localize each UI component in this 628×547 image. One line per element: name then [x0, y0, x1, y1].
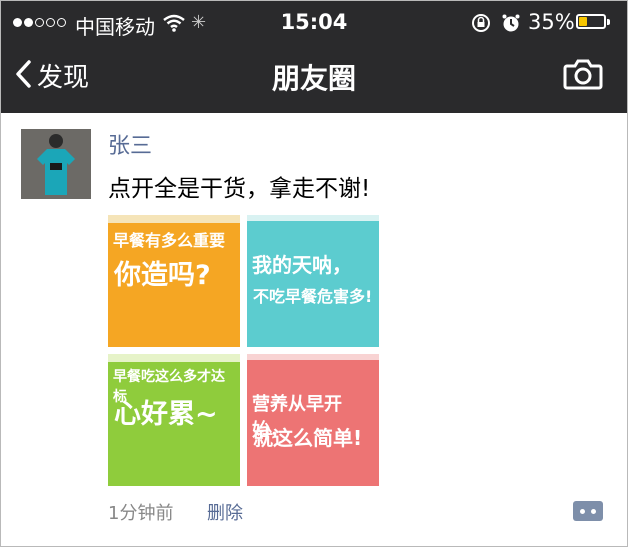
comment-menu-button[interactable] [573, 501, 603, 521]
post-image-1[interactable]: 早餐有多么重要 你造吗? [108, 215, 240, 347]
alarm-icon [501, 13, 521, 37]
top-bar: 中国移动 ✳ 15:04 35% 发现 朋友圈 [1, 1, 627, 113]
image-1-text-top: 早餐有多么重要 [113, 231, 226, 250]
post-image-2[interactable]: 我的天呐， 不吃早餐危害多! [247, 215, 379, 347]
username[interactable]: 张三 [108, 128, 152, 160]
battery-level [579, 17, 587, 26]
moments-screen: 中国移动 ✳ 15:04 35% 发现 朋友圈 张三 点开全是干货，拿走不谢! … [0, 0, 628, 547]
image-3-text-main: 心好累~ [114, 399, 218, 430]
delete-button[interactable]: 删除 [207, 499, 243, 525]
image-1-text-main: 你造吗? [114, 260, 211, 291]
status-bar: 中国移动 ✳ 15:04 35% [1, 1, 627, 45]
camera-icon[interactable] [563, 58, 603, 94]
image-4-text-main: 就这么简单! [253, 426, 363, 450]
image-2-text-main: 不吃早餐危害多! [253, 287, 373, 306]
post-image-4[interactable]: 营养从早开始， 就这么简单! [247, 354, 379, 486]
post-text: 点开全是干货，拿走不谢! [108, 176, 371, 202]
avatar[interactable] [21, 129, 91, 199]
battery-icon [576, 14, 606, 29]
battery-percent: 35% [528, 10, 575, 34]
post-image-3[interactable]: 早餐吃这么多才达标 心好累~ [108, 354, 240, 486]
rotation-lock-icon [471, 13, 491, 37]
post-time: 1分钟前 [108, 503, 174, 524]
page-title: 朋友圈 [271, 62, 356, 95]
image-2-text-top: 我的天呐， [252, 253, 352, 277]
